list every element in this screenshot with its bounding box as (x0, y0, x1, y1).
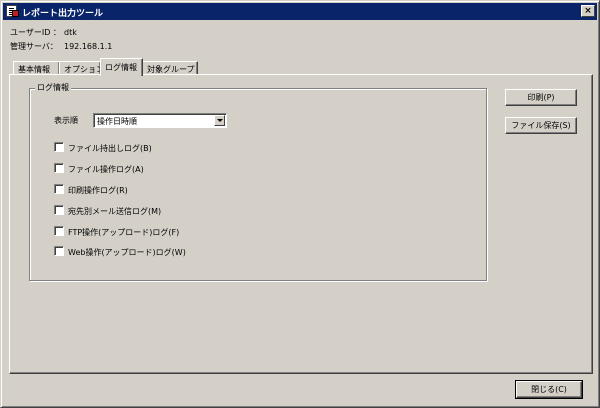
tab-log-info[interactable]: ログ情報 (100, 58, 143, 76)
report-tool-window: レポート出力ツール × ユーザーID ： dtk 管理サーバ： 192.168.1.… (0, 0, 600, 408)
log-info-group-title: ログ情報 (35, 82, 71, 93)
close-window-button[interactable]: × (581, 5, 595, 17)
user-id-label: ユーザーID ： (10, 28, 61, 37)
tab-target-group[interactable]: 対象グループ (142, 61, 198, 75)
app-icon (6, 5, 19, 17)
tab-basic-info[interactable]: 基本情報 (13, 61, 60, 75)
tab-options[interactable]: オプション (59, 61, 104, 75)
window-title: レポート出力ツール (22, 9, 104, 19)
title-bar[interactable]: レポート出力ツール × (3, 3, 597, 20)
tab-panel (9, 74, 593, 374)
close-button[interactable]: 閉じる(C) (515, 380, 583, 399)
user-id-row: ユーザーID ： dtk (10, 27, 77, 38)
user-id-value: dtk (64, 28, 77, 37)
server-label: 管理サーバ： (10, 42, 58, 51)
server-value: 192.168.1.1 (64, 42, 113, 51)
server-row: 管理サーバ： 192.168.1.1 (10, 41, 112, 52)
